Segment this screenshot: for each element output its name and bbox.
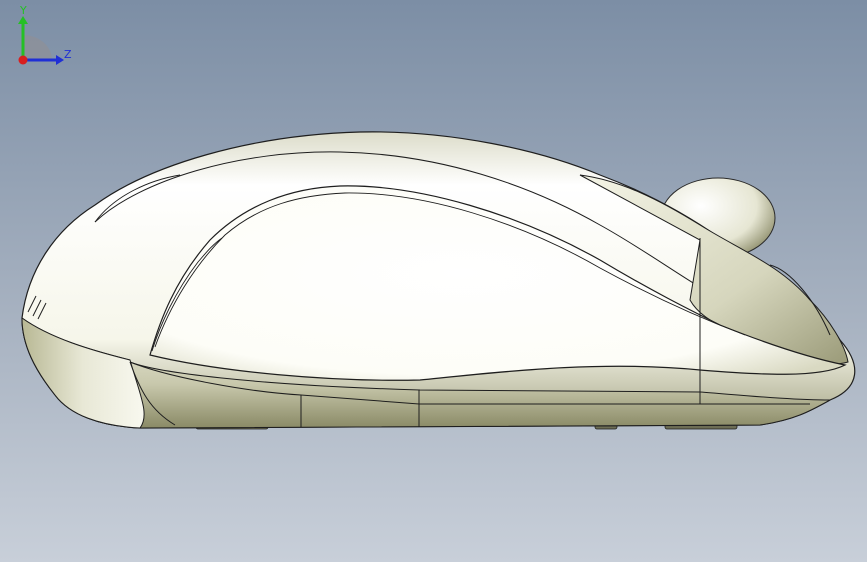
y-axis-head-icon bbox=[18, 16, 28, 24]
y-axis-label: Y bbox=[19, 4, 27, 17]
z-axis-head-icon bbox=[56, 55, 64, 65]
graphics-viewport[interactable]: Y Z bbox=[0, 0, 867, 562]
axis-triad: Y Z bbox=[18, 4, 72, 65]
z-axis-label: Z bbox=[64, 48, 72, 61]
x-axis-dot-icon bbox=[18, 55, 28, 65]
model-canvas[interactable] bbox=[0, 0, 867, 562]
